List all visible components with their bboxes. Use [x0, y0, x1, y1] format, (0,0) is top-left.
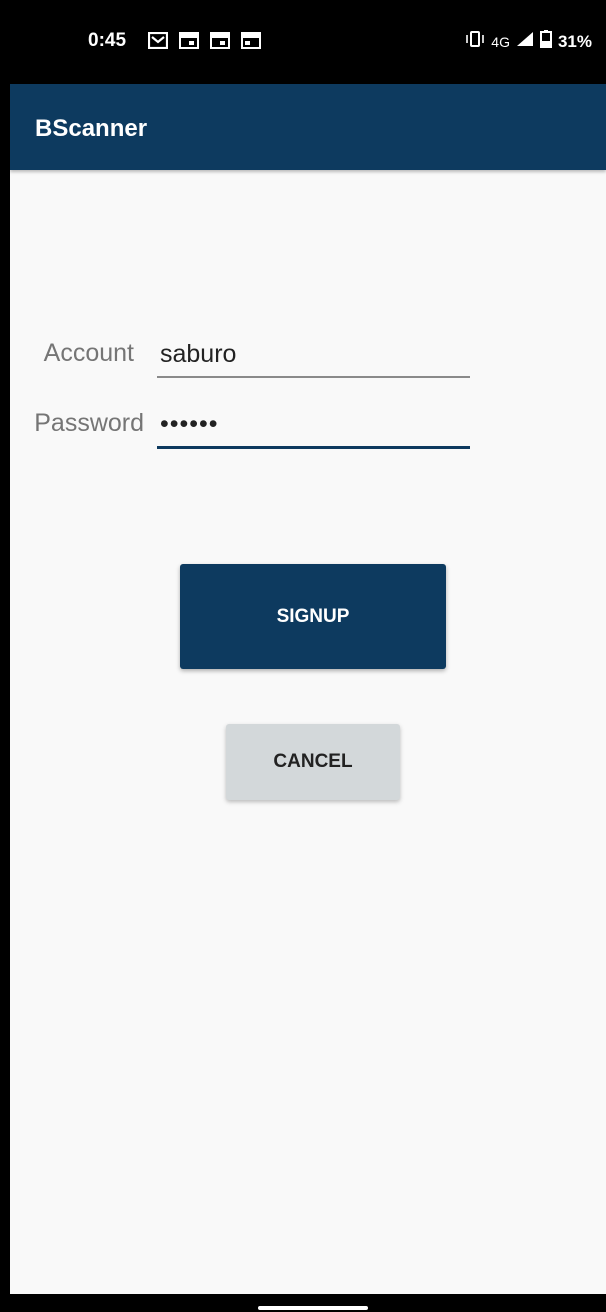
app-screen: 0:45 4G 31% BScanner Account saburo Pass… — [10, 0, 606, 1294]
navigation-bar — [0, 1294, 606, 1312]
network-type: 4G — [491, 33, 510, 50]
signal-icon — [516, 31, 534, 52]
status-bar: 0:45 4G 31% — [10, 0, 606, 84]
account-value: saburo — [160, 340, 237, 368]
vibrate-icon — [465, 31, 485, 52]
app-title: BScanner — [35, 115, 148, 142]
gmail-icon — [147, 31, 169, 50]
battery-level: 31% — [557, 31, 592, 51]
battery-icon — [539, 30, 552, 53]
signup-button[interactable]: SIGNUP — [180, 564, 446, 669]
calendar-icon — [179, 32, 199, 49]
password-label: Password — [34, 409, 144, 437]
status-time: 0:45 — [88, 30, 127, 51]
password-field[interactable]: •••••• — [157, 396, 470, 449]
home-gesture-handle[interactable] — [258, 1306, 368, 1310]
account-field[interactable]: saburo — [157, 326, 470, 378]
password-value: •••••• — [160, 410, 219, 438]
app-bar: BScanner — [10, 84, 606, 170]
cancel-button[interactable]: CANCEL — [226, 724, 400, 800]
account-label: Account — [43, 339, 134, 367]
calendar-icon — [210, 32, 230, 49]
notification-icons — [147, 31, 261, 50]
status-right: 4G 31% — [465, 30, 592, 53]
calendar-icon — [241, 32, 261, 49]
